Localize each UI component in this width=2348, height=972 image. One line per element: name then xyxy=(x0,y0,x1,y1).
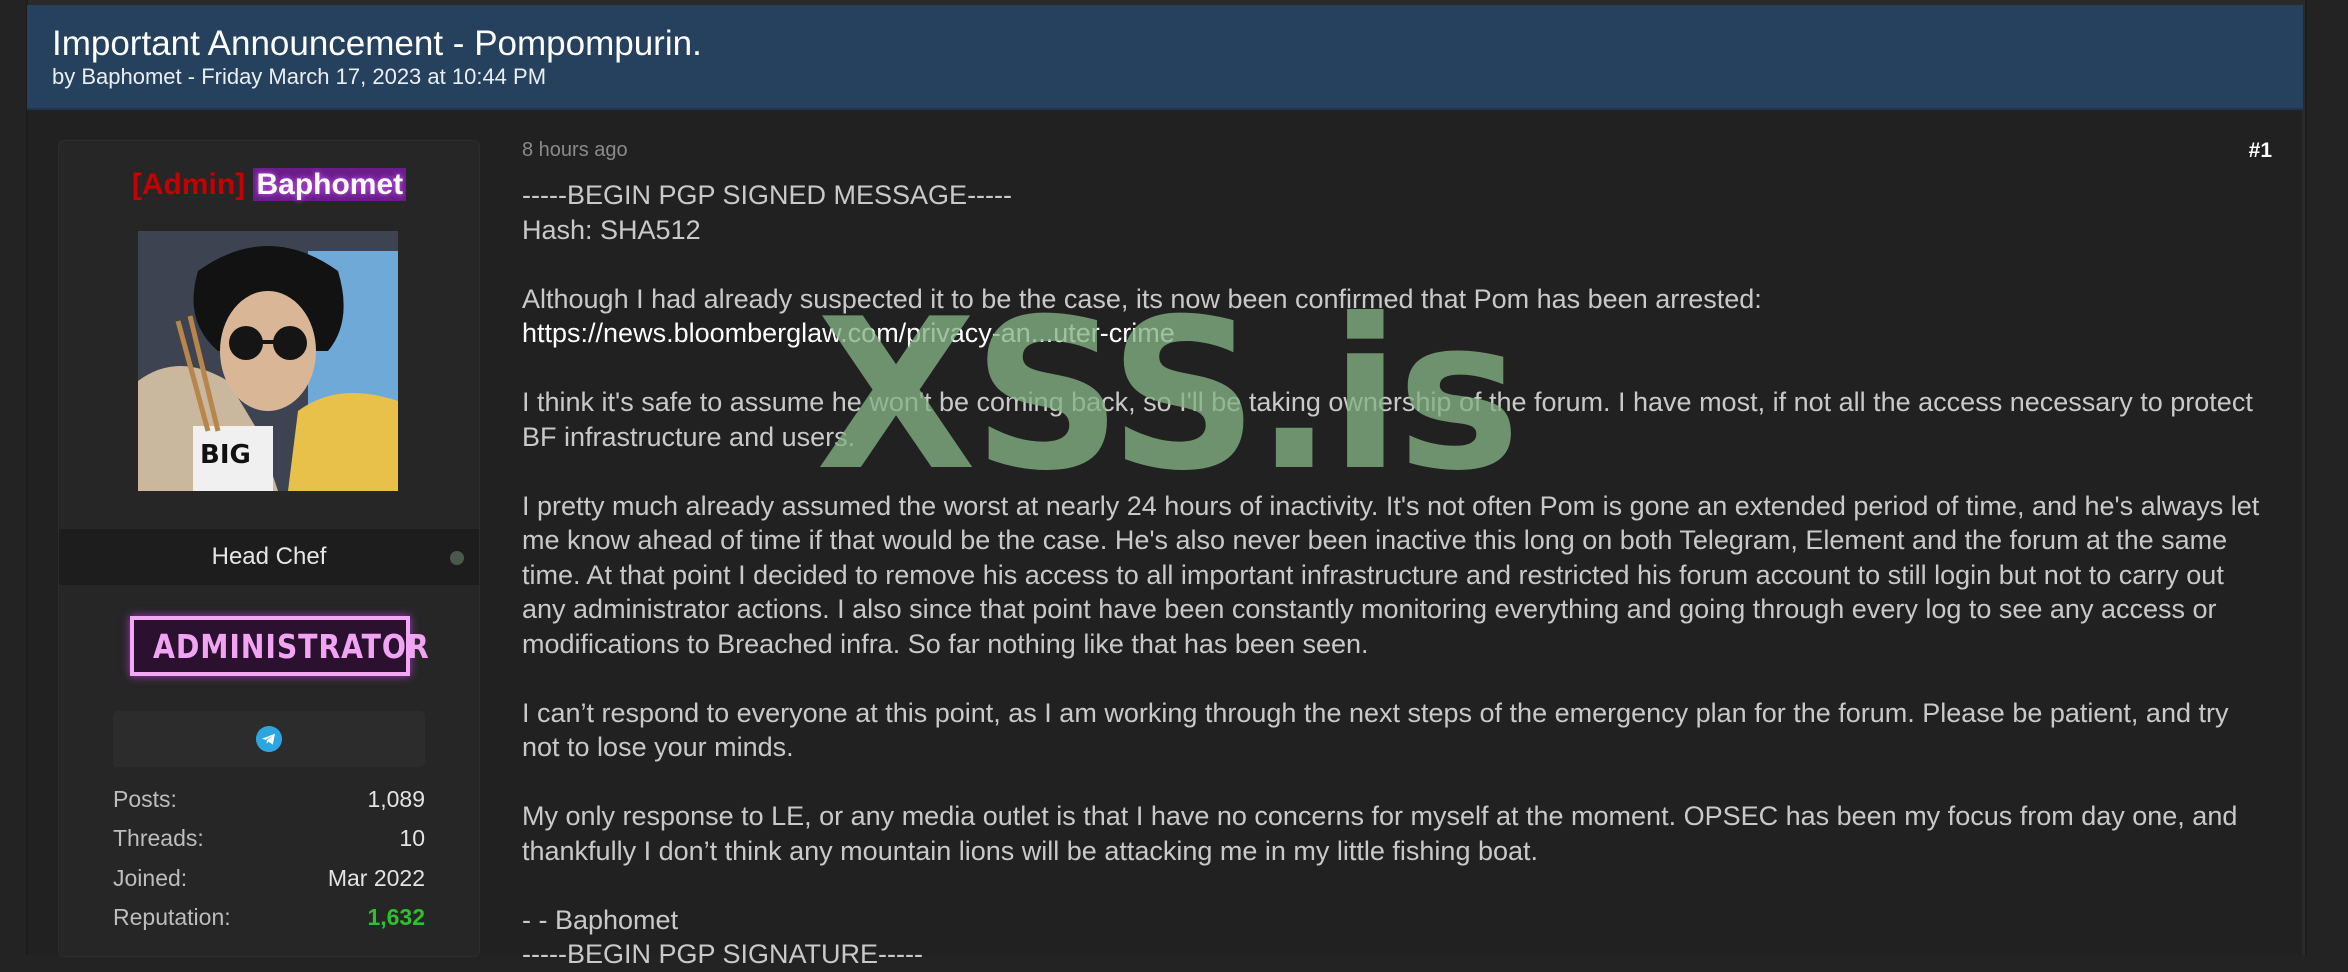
thread-header: Important Announcement - Pompompurin. by… xyxy=(27,5,2303,110)
administrator-badge-text: ADMINISTRATOR xyxy=(153,627,430,666)
thread-byline: by Baphomet - Friday March 17, 2023 at 1… xyxy=(52,64,547,89)
paragraph: I pretty much already assumed the worst … xyxy=(522,490,2260,659)
post-body: -----BEGIN PGP SIGNED MESSAGE----- Hash:… xyxy=(522,178,2262,972)
stat-label: Reputation: xyxy=(113,904,231,930)
offline-status-dot xyxy=(450,551,464,565)
pgp-header: -----BEGIN PGP SIGNED MESSAGE----- xyxy=(522,180,1013,210)
username-link[interactable]: Baphomet xyxy=(253,168,407,201)
post-timestamp[interactable]: 8 hours ago xyxy=(522,139,628,162)
svg-text:BIG: BIG xyxy=(200,440,251,470)
author-name[interactable]: [Admin] Baphomet xyxy=(59,168,479,202)
stat-label: Threads: xyxy=(113,825,204,851)
stat-value: Mar 2022 xyxy=(327,865,425,891)
stat-joined: Joined: Mar 2022 xyxy=(113,865,425,901)
stat-label: Posts: xyxy=(113,786,177,812)
avatar[interactable]: BIG xyxy=(138,231,398,491)
paragraph: I can’t respond to everyone at this poin… xyxy=(522,697,2229,763)
telegram-icon[interactable] xyxy=(256,726,282,752)
stat-value[interactable]: 10 xyxy=(399,825,425,852)
news-link[interactable]: https://news.bloomberglaw.com/privacy-an… xyxy=(522,318,1175,348)
avatar-image: BIG xyxy=(138,231,398,491)
signoff: - - Baphomet xyxy=(522,904,679,935)
user-role: Head Chef xyxy=(211,543,327,570)
post-number[interactable]: #1 xyxy=(2249,139,2272,163)
thread-title: Important Announcement - Pompompurin. xyxy=(52,24,702,63)
stat-reputation: Reputation: 1,632 xyxy=(113,904,425,940)
paragraph: Although I had already suspected it to b… xyxy=(522,283,1762,314)
administrator-badge: ADMINISTRATOR xyxy=(130,616,430,676)
paragraph: I think it's safe to assume he won't be … xyxy=(522,387,2253,452)
pgp-hash: Hash: SHA512 xyxy=(522,214,701,245)
author-panel: [Admin] Baphomet BIG Head Chef ADMINISTR… xyxy=(58,140,480,957)
contact-bar xyxy=(113,711,425,767)
paragraph: My only response to LE, or any media out… xyxy=(522,801,2238,866)
stat-value[interactable]: 1,089 xyxy=(367,786,425,813)
stat-value[interactable]: 1,632 xyxy=(367,904,425,931)
rank-tag: [Admin] xyxy=(131,168,246,201)
pgp-signature-header: -----BEGIN PGP SIGNATURE----- xyxy=(522,939,923,969)
stat-posts: Posts: 1,089 xyxy=(113,786,425,822)
user-role-bar: Head Chef xyxy=(59,529,479,585)
stat-threads: Threads: 10 xyxy=(113,825,425,861)
stat-label: Joined: xyxy=(113,865,188,891)
